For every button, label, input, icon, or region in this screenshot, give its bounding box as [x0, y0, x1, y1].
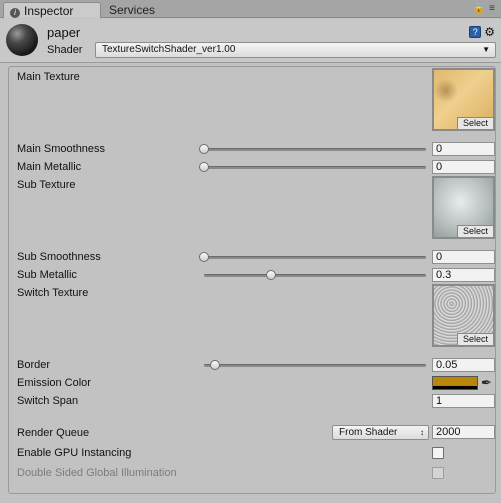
main-texture-label: Main Texture: [17, 71, 80, 83]
tab-tools: 🔒 ≡: [469, 3, 495, 14]
sub-metallic-label: Sub Metallic: [17, 269, 77, 281]
render-queue-dropdown-value: From Shader: [339, 427, 398, 438]
shader-dropdown[interactable]: TextureSwitchShader_ver1.00 ▼: [95, 42, 496, 58]
material-sphere-icon: [6, 24, 38, 56]
double-sided-gi-label: Double Sided Global Illumination: [17, 467, 177, 479]
shader-label: Shader: [47, 44, 83, 56]
sub-texture-label: Sub Texture: [17, 179, 76, 191]
sub-texture-slot[interactable]: Select: [432, 176, 495, 239]
dropdown-arrow-icon: ↕: [420, 428, 424, 437]
main-metallic-slider[interactable]: [204, 166, 426, 169]
double-sided-gi-checkbox: [432, 467, 444, 479]
lock-icon[interactable]: 🔒: [473, 3, 485, 14]
switch-texture-label: Switch Texture: [17, 287, 89, 299]
info-icon: i: [10, 8, 20, 18]
sub-metallic-slider-thumb[interactable]: [265, 270, 276, 280]
switch-span-label: Switch Span: [17, 395, 79, 407]
material-name: paper: [47, 25, 81, 40]
switch-texture-slot[interactable]: Select: [432, 284, 495, 347]
main-smoothness-label: Main Smoothness: [17, 143, 106, 155]
sub-smoothness-field[interactable]: 0: [432, 250, 495, 264]
emission-color-label: Emission Color: [17, 377, 91, 389]
sub-metallic-field[interactable]: 0.3: [432, 268, 495, 282]
sub-smoothness-slider-thumb[interactable]: [199, 252, 209, 262]
render-queue-label: Render Queue: [17, 427, 90, 439]
header-icons: ? ⚙: [469, 24, 495, 39]
dropdown-arrow-icon: ▼: [482, 45, 490, 54]
help-book-icon[interactable]: ?: [469, 25, 482, 38]
border-label: Border: [17, 359, 51, 371]
shader-dropdown-value: TextureSwitchShader_ver1.00: [102, 44, 236, 55]
emission-color-swatch[interactable]: [432, 376, 478, 390]
main-smoothness-slider-thumb[interactable]: [199, 144, 209, 154]
main-smoothness-field[interactable]: 0: [432, 142, 495, 156]
sub-texture-select-button[interactable]: Select: [457, 225, 493, 237]
tab-bar: i Inspector Services 🔒 ≡: [0, 0, 501, 18]
menu-icon[interactable]: ≡: [489, 3, 495, 14]
tab-services[interactable]: Services: [103, 2, 161, 18]
emission-alpha-bar: [433, 386, 477, 389]
main-texture-slot[interactable]: Select: [432, 68, 495, 131]
border-slider[interactable]: [204, 364, 426, 367]
sub-metallic-slider[interactable]: [204, 274, 426, 277]
main-metallic-slider-thumb[interactable]: [199, 162, 209, 172]
switch-texture-select-button[interactable]: Select: [457, 333, 493, 345]
eyedropper-icon[interactable]: ✒: [481, 375, 492, 391]
render-queue-field[interactable]: 2000: [432, 425, 495, 439]
border-field[interactable]: 0.05: [432, 358, 495, 372]
tab-inspector-label: Inspector: [24, 4, 74, 18]
main-metallic-field[interactable]: 0: [432, 160, 495, 174]
sub-smoothness-slider[interactable]: [204, 256, 426, 259]
gpu-instancing-label: Enable GPU Instancing: [17, 447, 132, 459]
sub-smoothness-label: Sub Smoothness: [17, 251, 101, 263]
main-texture-select-button[interactable]: Select: [457, 117, 493, 129]
gear-icon[interactable]: ⚙: [484, 25, 495, 39]
material-header: paper Shader TextureSwitchShader_ver1.00…: [0, 19, 501, 63]
gpu-instancing-checkbox[interactable]: [432, 447, 444, 459]
switch-span-field[interactable]: 1: [432, 394, 495, 408]
tab-inspector[interactable]: i Inspector: [3, 2, 101, 18]
tab-services-label: Services: [109, 3, 156, 17]
main-smoothness-slider[interactable]: [204, 148, 426, 151]
main-metallic-label: Main Metallic: [17, 161, 82, 173]
render-queue-dropdown[interactable]: From Shader ↕: [332, 425, 429, 440]
